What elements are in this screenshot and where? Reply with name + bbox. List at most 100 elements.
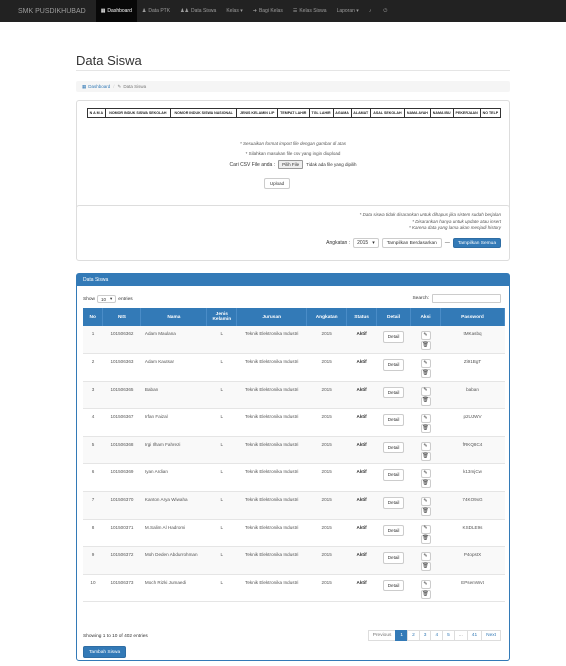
brand-logo-text[interactable]: SMK PUSDIKHUBAD: [18, 8, 86, 15]
cell-status: Aktif: [346, 408, 377, 437]
pencil-icon[interactable]: ✎: [420, 331, 431, 340]
cell-detail: Detail: [376, 353, 411, 382]
filter-by-angkatan-button[interactable]: Tampilkan Berdasarkan: [381, 238, 442, 248]
nav-item-bagi-kelas[interactable]: ➜ Bagi Kelas: [248, 0, 288, 22]
detail-button[interactable]: Detail: [382, 441, 405, 454]
pencil-icon[interactable]: ✎: [420, 552, 431, 562]
nav-item-laporan[interactable]: Laporan ▾: [332, 0, 364, 22]
detail-button[interactable]: Detail: [382, 414, 405, 426]
pagination-next[interactable]: Next: [481, 630, 501, 641]
pagination-previous[interactable]: Previous: [367, 630, 397, 641]
filter-dash: —: [444, 240, 450, 246]
detail-button[interactable]: Detail: [382, 359, 405, 371]
column-header[interactable]: No: [83, 308, 104, 326]
cell-detail: Detail: [376, 326, 411, 355]
cell-jurusan: Teknik Elektronika Industri: [236, 381, 307, 410]
detail-button[interactable]: Detail: [382, 579, 405, 592]
cell-angkatan: 2015: [306, 353, 347, 382]
detail-button[interactable]: Detail: [382, 469, 405, 481]
cell-jk: L: [206, 491, 237, 520]
cell-aksi: ✎ 🗑: [410, 408, 441, 437]
table-row: 8 101500371 M.Salim Al Hadromi L Teknik Elek…: [83, 519, 505, 548]
detail-button[interactable]: Detail: [382, 386, 405, 399]
detail-button[interactable]: Detail: [382, 552, 405, 564]
column-header[interactable]: Detail: [376, 308, 412, 326]
trash-icon[interactable]: 🗑: [420, 451, 431, 461]
cell-jurusan: Teknik Elektronika Industri: [236, 463, 307, 493]
row-actions: ✎ 🗑: [411, 469, 441, 489]
trash-icon[interactable]: 🗑: [420, 589, 431, 599]
pencil-icon[interactable]: ✎: [420, 524, 431, 534]
add-student-button[interactable]: Tambah Siswa: [83, 646, 127, 658]
cell-angkatan: 2015: [306, 408, 347, 437]
nav-item-data-ptk[interactable]: ♟ Data PTK: [137, 0, 175, 22]
cell-password: baban: [440, 381, 505, 410]
column-header[interactable]: Angkatan: [306, 308, 348, 326]
trash-icon[interactable]: 🗑: [420, 562, 431, 572]
pencil-icon[interactable]: ✎: [420, 579, 431, 589]
choose-file-button[interactable]: Pilih File: [278, 160, 304, 169]
column-header[interactable]: Nama: [140, 308, 208, 326]
search-input[interactable]: [432, 294, 501, 303]
cell-angkatan: 2015: [306, 574, 347, 603]
cell-nis: 101506362: [102, 326, 141, 355]
column-header[interactable]: NIS: [102, 308, 142, 326]
nav-item-power-icon[interactable]: ⏻: [378, 0, 394, 22]
angkatan-filter-row: Angkatan : 2015 ▾ Tampilkan Berdasarkan …: [326, 238, 501, 248]
cell-jurusan: Teknik Elektronika Industri: [236, 326, 307, 355]
breadcrumb-dashboard-link[interactable]: Dashboard: [88, 84, 110, 89]
cell-password: P4opstX: [440, 546, 505, 575]
cell-status: Aktif: [346, 353, 377, 382]
row-actions: ✎ 🗑: [411, 579, 441, 599]
pencil-icon[interactable]: ✎: [420, 441, 431, 451]
cell-aksi: ✎ 🗑: [410, 574, 441, 603]
nav-item-dashboard[interactable]: ▦ Dashboard: [95, 0, 137, 22]
pencil-icon[interactable]: ✎: [420, 359, 431, 369]
detail-button[interactable]: Detail: [382, 524, 405, 537]
trash-icon[interactable]: 🗑: [420, 369, 431, 379]
column-header[interactable]: Status: [346, 308, 378, 326]
users-icon: ♟♟: [180, 8, 190, 14]
nav-item-bell-icon[interactable]: ♪: [364, 0, 379, 22]
table-row: 6 101506369 Iyan Ardian L Teknik Elektronika…: [83, 463, 505, 493]
students-table: No NIS Nama Jenis Kelamin Jurusan Angkatan Sta…: [83, 308, 505, 603]
cell-nis: 101506370: [102, 491, 141, 520]
nav-item-kelas[interactable]: Kelas ▾: [221, 0, 247, 22]
pencil-icon[interactable]: ✎: [420, 469, 431, 479]
cell-aksi: ✎ 🗑: [410, 353, 441, 382]
column-header[interactable]: Password: [440, 308, 505, 326]
angkatan-select[interactable]: 2015 ▾: [353, 238, 379, 248]
pencil-icon[interactable]: ✎: [420, 414, 431, 424]
show-all-button[interactable]: Tampilkan Semua: [452, 238, 501, 248]
entries-select[interactable]: 10 ▾: [97, 295, 117, 303]
cell-nis: 101506373: [102, 574, 141, 603]
column-header[interactable]: Jenis Kelamin: [206, 308, 238, 326]
trash-icon[interactable]: 🗑: [420, 507, 431, 517]
pencil-icon[interactable]: ✎: [420, 386, 431, 396]
upload-button[interactable]: Upload: [264, 178, 290, 189]
update-advice-note: * Disarankan hanya untuk update atau ins…: [412, 219, 501, 224]
cell-detail: Detail: [376, 574, 411, 603]
trash-icon[interactable]: 🗑: [420, 534, 431, 544]
column-header[interactable]: Aksi: [410, 308, 442, 326]
nav-item-kelas-siswa[interactable]: ☰ Kelas Siswa: [288, 0, 332, 22]
filter-panel: * Data siswa tidak disarankan untuk diha…: [76, 205, 510, 261]
row-actions: ✎ 🗑: [411, 441, 441, 461]
column-header[interactable]: Jurusan: [236, 308, 308, 326]
trash-icon[interactable]: 🗑: [420, 424, 431, 434]
detail-button[interactable]: Detail: [382, 331, 405, 343]
trash-icon[interactable]: 🗑: [420, 479, 431, 489]
cell-no: 6: [83, 463, 103, 493]
cell-status: Aktif: [346, 546, 377, 575]
cell-nis: 101506363: [102, 353, 141, 382]
trash-icon[interactable]: 🗑: [420, 396, 431, 406]
row-actions: ✎ 🗑: [411, 552, 441, 572]
detail-button[interactable]: Detail: [382, 497, 405, 509]
trash-icon[interactable]: 🗑: [420, 341, 431, 350]
nav-item-data-siswa[interactable]: ♟♟ Data Siswa: [175, 0, 221, 22]
format-column-header: ASAL SEKOLAH: [369, 108, 405, 118]
pagination-page[interactable]: 41: [466, 630, 483, 641]
table-row: 10 101506373 Moch Rizki Jumaedi L Teknik Ele…: [83, 574, 505, 603]
format-column-header: JENIS KELAMIN L/P: [236, 108, 278, 118]
pencil-icon[interactable]: ✎: [420, 497, 431, 507]
